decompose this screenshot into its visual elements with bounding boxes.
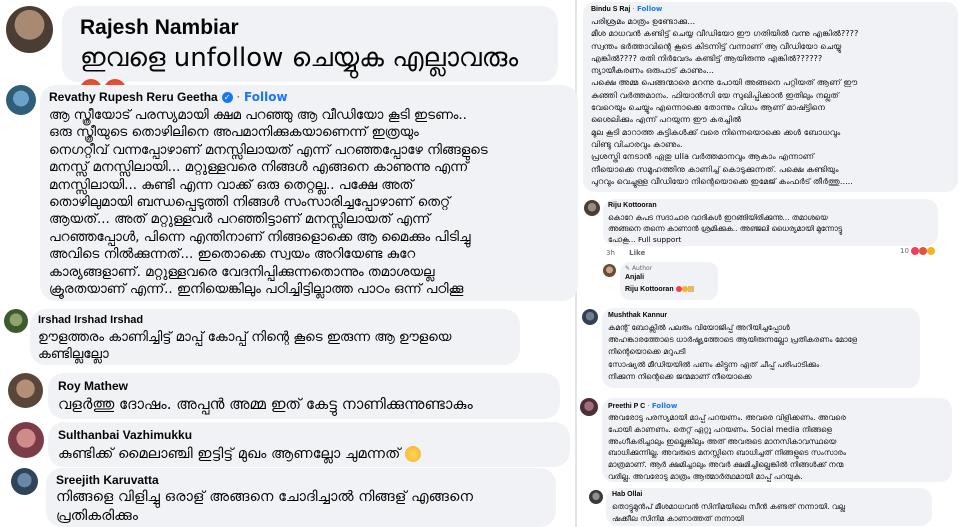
separator: ·: [236, 90, 241, 104]
comment-text-row: കുണ്ടിക്ക് മൈലാഞ്ചി ഇട്ടിട്ട് മുഖം ആണല്ല…: [58, 445, 421, 462]
commenter-name[interactable]: Riju Kottooran: [608, 202, 657, 209]
commenter-name[interactable]: Irshad Irshad Irshad: [38, 314, 143, 326]
comment-bubble: Sulthanbai Vazhimukku കുണ്ടിക്ക് മൈലാഞ്ച…: [48, 422, 570, 467]
comment-text: ആ സ്ത്രീയോട് പരസ്യമായി ക്ഷമ പറഞ്ഞു ആ വീഡ…: [49, 108, 488, 298]
comment-text: നിങ്ങളെ വിളിച്ചു ഒരാള് അങ്ങനെ ചോദിച്ചാൽ …: [56, 488, 473, 524]
comment-text: ഇവളെ unfollow ചെയ്യുക എല്ലാവരും: [80, 43, 519, 73]
comment-actions: 3h Like: [606, 249, 645, 257]
avatar[interactable]: [8, 422, 44, 458]
comment-bubble: Bindu S Raj · Follow പരിശ്രമം മാത്രം ഉണ്…: [583, 2, 958, 192]
comment-text: കൊറേ കപട സദാചാര വാദികൾ ഇറങ്ങിയിരിക്കുന്ന…: [608, 213, 843, 244]
commenter-name[interactable]: Roy Mathew: [58, 379, 128, 393]
comment-text: ഊളത്തരം കാണിച്ചിട്ട് മാപ്പ് കോപ്പ് നിന്റ…: [38, 330, 452, 362]
comment-bubble: ✎ Author Anjali Riju Kottooran: [620, 262, 718, 300]
commenter-name[interactable]: Revathy Rupesh Reru Geetha: [49, 90, 218, 104]
comment-header: Bindu S Raj · Follow: [591, 5, 662, 13]
follow-button[interactable]: Follow: [652, 402, 677, 410]
comment-header: Preethi P C · Follow: [608, 402, 677, 410]
avatar[interactable]: [6, 85, 36, 115]
comment-bubble: Riju Kottooran കൊറേ കപട സദാചാര വാദികൾ ഇറ…: [603, 199, 938, 246]
comment-text-row: Riju Kottooran: [625, 285, 694, 293]
like-button[interactable]: Like: [629, 249, 645, 257]
verified-badge-icon: ✓: [221, 92, 233, 103]
comment-text: അവരോടു പരസ്യമായി മാപ്പ് പറയണം. അവരെ വിളി…: [608, 413, 847, 481]
avatar[interactable]: [6, 6, 53, 53]
pray-icon: [687, 286, 694, 292]
avatar[interactable]: [589, 490, 603, 504]
avatar[interactable]: [11, 468, 38, 495]
rolling-eyes-icon: [404, 446, 421, 462]
commenter-name[interactable]: Sreejith Karuvatta: [56, 473, 159, 487]
author-label: Author: [631, 265, 653, 272]
commenter-name[interactable]: Hab Ollai: [612, 491, 642, 498]
comment-bubble: Rajesh Nambiar ഇവളെ unfollow ചെയ്യുക എല്…: [62, 6, 558, 101]
heart-icon: [675, 286, 682, 292]
comment-bubble: Sreejith Karuvatta നിങ്ങളെ വിളിച്ചു ഒരാള…: [46, 468, 556, 527]
commenter-name[interactable]: Rajesh Nambiar: [80, 16, 239, 40]
commenter-name[interactable]: Sulthanbai Vazhimukku: [58, 428, 192, 442]
avatar[interactable]: [4, 309, 28, 333]
follow-button[interactable]: Follow: [637, 5, 662, 13]
avatar[interactable]: [582, 309, 598, 325]
commenter-name[interactable]: Bindu S Raj: [591, 6, 630, 13]
comment-header: Revathy Rupesh Reru Geetha ✓ · Follow: [49, 90, 288, 104]
avatar[interactable]: [580, 398, 598, 416]
follow-button[interactable]: Follow: [244, 90, 288, 104]
comment-text: കമന്റ് ബോക്സിൽ പലരും വിയോജിപ്പ് അറിയിച്ച…: [608, 323, 858, 381]
avatar[interactable]: [8, 373, 43, 408]
avatar[interactable]: [584, 200, 600, 216]
mention-link[interactable]: Riju Kottooran: [625, 286, 674, 293]
commenter-name[interactable]: Anjali: [625, 274, 644, 281]
separator: ·: [647, 402, 650, 410]
comment-bubble: Preethi P C · Follow അവരോടു പരസ്യമായി മാ…: [602, 398, 952, 482]
comment-bubble: Hab Ollai തൊട്ടുമുൻപ് മീശമാധവൻ സിനിമയിലെ…: [606, 488, 932, 526]
comment-text: വളർത്തു ദോഷം. അപ്പൻ അമ്മ ഇത് കേട്ടു നാണി…: [58, 395, 473, 413]
comment-text: പരിശ്രമം മാത്രം ഉണ്ടോക്കു... മീശ മാധവൻ ക…: [591, 16, 859, 186]
pen-icon: ✎: [625, 265, 631, 272]
comment-bubble: Revathy Rupesh Reru Geetha ✓ · Follow ആ …: [40, 85, 578, 301]
commenter-name[interactable]: Mushthak Kannur: [608, 312, 667, 319]
timestamp: 3h: [606, 249, 615, 257]
angry-reaction-icon: [919, 247, 928, 255]
comment-text: തൊട്ടുമുൻപ് മീശമാധവൻ സിനിമയിലെ സീൻ കണ്ടത…: [612, 502, 846, 523]
haha-reaction-icon: [927, 247, 936, 255]
reaction-count[interactable]: 10: [898, 246, 938, 256]
comment-bubble: Irshad Irshad Irshad ഊളത്തരം കാണിച്ചിട്ട…: [30, 309, 520, 365]
comment-bubble: Mushthak Kannur കമന്റ് ബോക്സിൽ പലരും വിയ…: [602, 308, 920, 388]
commenter-name[interactable]: Preethi P C: [608, 403, 645, 410]
love-reaction-icon: [911, 247, 920, 255]
author-badge: ✎ Author: [625, 265, 652, 272]
avatar[interactable]: [603, 264, 616, 277]
comment-text: കുണ്ടിക്ക് മൈലാഞ്ചി ഇട്ടിട്ട് മുഖം ആണല്ല…: [58, 445, 401, 462]
reaction-count-number: 10: [900, 247, 909, 255]
separator: ·: [632, 5, 635, 13]
comment-bubble: Roy Mathew വളർത്തു ദോഷം. അപ്പൻ അമ്മ ഇത് …: [48, 373, 560, 419]
